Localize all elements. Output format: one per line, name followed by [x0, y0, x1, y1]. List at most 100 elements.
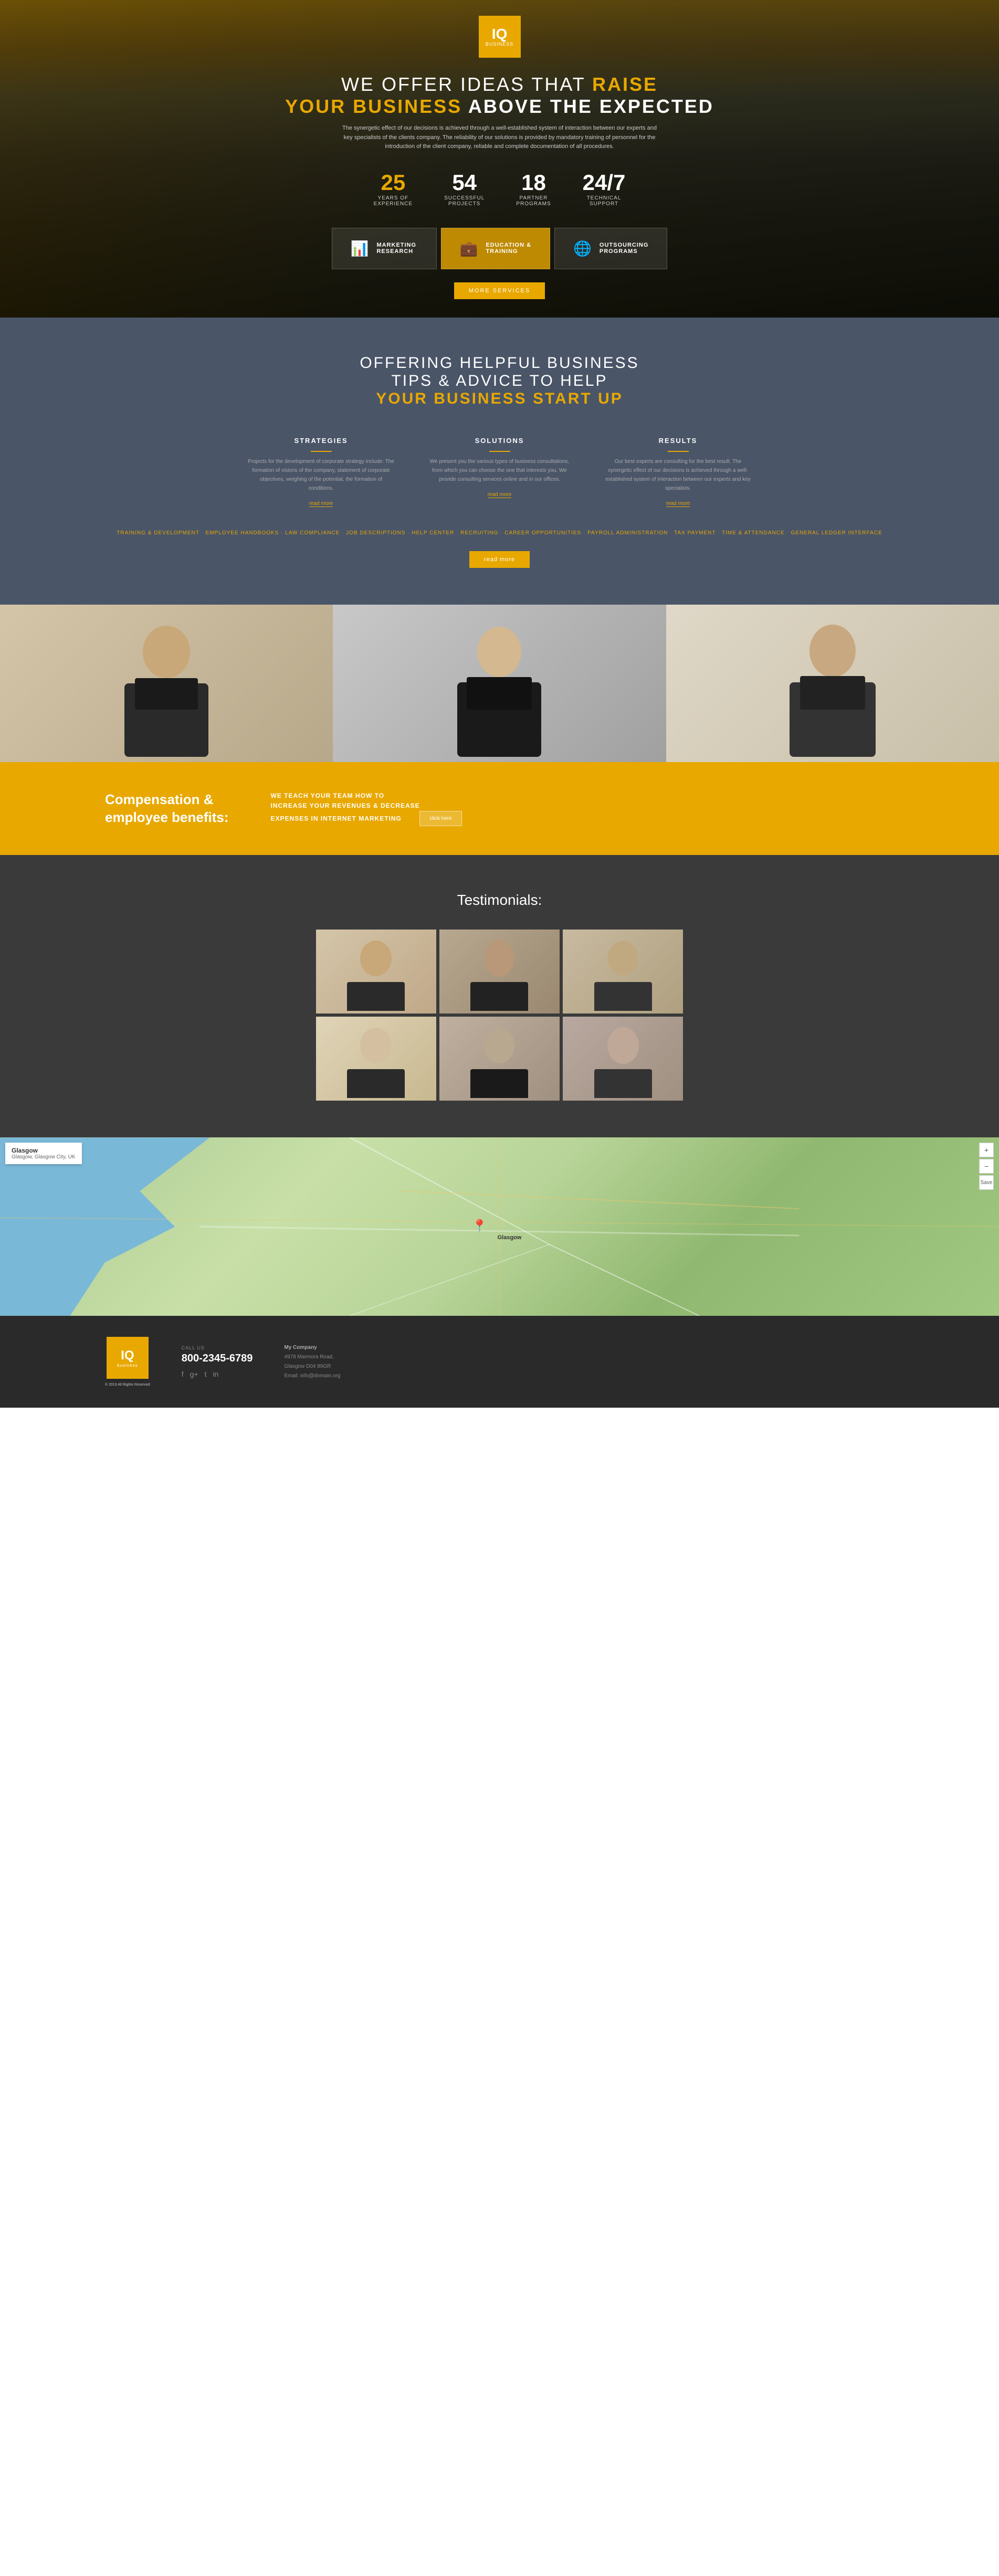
hero-title-line2: YOUR BUSINESS ABOVE THE EXPECTED	[285, 96, 714, 118]
tags-section: TRAINING & DEVELOPMENT · EMPLOYEE HANDBO…	[105, 529, 894, 538]
tag-career[interactable]: CAREER OPPORTUNITIES	[504, 530, 581, 536]
team-photo-3	[666, 605, 999, 762]
results-title: RESULTS	[605, 437, 752, 445]
footer-address: My Company 4978 Marmora Road,Glasgow D04…	[284, 1343, 894, 1381]
compensation-left: Compensation &employee benefits:	[105, 791, 229, 827]
social-googleplus[interactable]: g+	[190, 1370, 198, 1378]
strategies-text: Projects for the development of corporat…	[248, 457, 395, 493]
strategies-title: STRATEGIES	[248, 437, 395, 445]
map-location-label: Glasgow Glasgow, Glasgow City, UK	[5, 1143, 82, 1164]
solutions-text: We present you the various types of busi…	[426, 457, 573, 484]
stat-years-number: 25	[374, 170, 413, 195]
strategies-divider	[311, 451, 332, 452]
stat-programs-number: 18	[516, 170, 551, 195]
testimonial-photo-2	[439, 930, 560, 1013]
team-photo-1	[0, 605, 333, 762]
tag-handbooks[interactable]: EMPLOYEE HANDBOOKS	[206, 530, 279, 536]
tips-section: OFFERING HELPFUL BUSINESS TIPS & ADVICE …	[0, 318, 999, 605]
tag-ledger[interactable]: GENERAL LEDGER INTERFACE	[791, 530, 882, 536]
service-marketing-label: MARKETINGRESEARCH	[376, 242, 416, 255]
services-row: 📊 MARKETINGRESEARCH 💼 EDUCATION &TRAININ…	[332, 228, 668, 269]
service-education-label: EDUCATION &TRAINING	[486, 242, 531, 255]
map-controls: + − Save	[979, 1143, 994, 1190]
testimonial-photo-1	[316, 930, 436, 1013]
tag-help[interactable]: HELP CENTER	[412, 530, 454, 536]
stats-row: 25 years ofexperience 54 successfulproje…	[374, 170, 626, 207]
logo-iq: IQ	[492, 27, 508, 41]
tips-col-solutions: SOLUTIONS We present you the various typ…	[426, 437, 573, 508]
map-zoom-in[interactable]: +	[979, 1143, 994, 1157]
tags-text: TRAINING & DEVELOPMENT · EMPLOYEE HANDBO…	[105, 529, 894, 538]
footer-company-name: My Company	[284, 1343, 894, 1353]
tag-payroll[interactable]: PAYROLL ADMINISTRATION	[587, 530, 668, 536]
logo[interactable]: IQ business	[479, 16, 521, 58]
testimonial-photo-6	[563, 1017, 683, 1101]
education-icon: 💼	[460, 240, 478, 257]
stat-projects-label: successfulprojects	[444, 195, 485, 207]
service-marketing[interactable]: 📊 MARKETINGRESEARCH	[332, 228, 437, 269]
results-text: Our best experts are consulting for the …	[605, 457, 752, 493]
tag-time[interactable]: TIME & ATTENDANCE	[722, 530, 785, 536]
footer-social: f g+ t in	[182, 1370, 253, 1378]
hero-content: WE OFFER IDEAS THAT RAISE YOUR BUSINESS …	[180, 73, 819, 152]
click-here-button[interactable]: click here	[419, 811, 461, 826]
tag-training[interactable]: TRAINING & DEVELOPMENT	[117, 530, 199, 536]
tips-col-strategies: STRATEGIES Projects for the development …	[248, 437, 395, 508]
stat-support-label: technicalsupport	[583, 195, 626, 207]
stat-years-label: years ofexperience	[374, 195, 413, 207]
footer-copyright: © 2013 All Rights Reserved	[105, 1383, 150, 1387]
svg-text:Glasgow: Glasgow	[498, 1234, 522, 1241]
social-linkedin[interactable]: in	[213, 1370, 218, 1378]
map-background: 📍 Glasgow Glasgow Glasgow, Glasgow City,…	[0, 1137, 999, 1316]
footer-phone[interactable]: 800-2345-6789	[182, 1353, 253, 1365]
team-section	[0, 605, 999, 762]
hero-section: IQ business WE OFFER IDEAS THAT RAISE YO…	[0, 0, 999, 318]
tag-tax[interactable]: TAX PAYMENT	[674, 530, 716, 536]
footer-logo-business: business	[117, 1363, 138, 1368]
tag-job[interactable]: JOB DESCRIPTIONS	[346, 530, 405, 536]
footer-phone-section: CALL US 800-2345-6789 f g+ t in	[182, 1345, 253, 1378]
solutions-divider	[489, 451, 510, 452]
tips-title-line2: TIPS & ADVICE TO HELP	[105, 372, 894, 390]
map-save[interactable]: Save	[979, 1175, 994, 1190]
tag-law[interactable]: LAW COMPLIANCE	[285, 530, 340, 536]
tips-columns: STRATEGIES Projects for the development …	[105, 437, 894, 508]
testimonial-photo-4	[316, 1017, 436, 1101]
tips-col-results: RESULTS Our best experts are consulting …	[605, 437, 752, 508]
read-more-button[interactable]: read more	[469, 551, 530, 568]
map-pin-icon: 📍	[471, 1219, 487, 1233]
strategies-read-more[interactable]: read more	[309, 501, 333, 507]
map-roads-svg: 📍 Glasgow	[0, 1137, 999, 1316]
service-outsourcing-label: OUTSOURCINGPROGRAMS	[600, 242, 649, 255]
team-photo-2	[333, 605, 666, 762]
social-twitter[interactable]: t	[205, 1370, 207, 1378]
results-divider	[668, 451, 689, 452]
footer-street-address: 4978 Marmora Road,Glasgow D04 89GR	[284, 1353, 894, 1371]
footer-logo-section: IQ business © 2013 All Rights Reserved	[105, 1337, 150, 1387]
tag-recruiting[interactable]: RECRUITING	[460, 530, 498, 536]
compensation-title: Compensation &employee benefits:	[105, 791, 229, 827]
logo-business-text: business	[486, 41, 514, 47]
outsourcing-icon: 🌐	[573, 240, 592, 257]
service-outsourcing[interactable]: 🌐 OUTSOURCINGPROGRAMS	[554, 228, 667, 269]
footer-logo-iq: IQ	[121, 1348, 134, 1363]
service-education[interactable]: 💼 EDUCATION &TRAINING	[441, 228, 550, 269]
footer-call-label: CALL US	[182, 1345, 253, 1350]
solutions-read-more[interactable]: read more	[488, 492, 512, 498]
compensation-text: WE TEACH YOUR TEAM HOW TOINCREASE YOUR R…	[271, 792, 420, 822]
footer: IQ business © 2013 All Rights Reserved C…	[0, 1316, 999, 1408]
stat-projects: 54 successfulprojects	[444, 170, 485, 207]
stat-projects-number: 54	[444, 170, 485, 195]
more-services-button[interactable]: more services	[454, 282, 545, 299]
stat-support-number: 24/7	[583, 170, 626, 195]
stat-programs: 18 partnerprograms	[516, 170, 551, 207]
footer-logo[interactable]: IQ business	[107, 1337, 149, 1379]
tips-title: OFFERING HELPFUL BUSINESS TIPS & ADVICE …	[105, 354, 894, 408]
footer-email[interactable]: Email: info@domain.org	[284, 1371, 894, 1381]
person-silhouette-3	[780, 610, 885, 757]
compensation-right: WE TEACH YOUR TEAM HOW TOINCREASE YOUR R…	[271, 791, 894, 826]
map-section: 📍 Glasgow Glasgow Glasgow, Glasgow City,…	[0, 1137, 999, 1316]
results-read-more[interactable]: read more	[666, 501, 690, 507]
map-zoom-out[interactable]: −	[979, 1159, 994, 1174]
social-facebook[interactable]: f	[182, 1370, 184, 1378]
